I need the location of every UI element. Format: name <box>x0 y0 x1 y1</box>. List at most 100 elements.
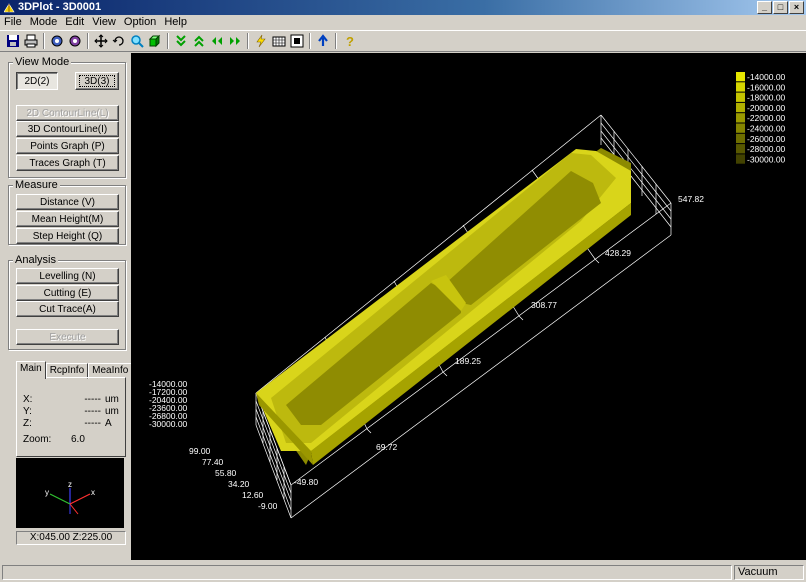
zoom-info-row: Zoom: 6.0 <box>23 434 119 446</box>
execute-button[interactable]: Execute <box>16 329 119 345</box>
x-label: X: <box>23 394 33 405</box>
view-2d-button[interactable]: 2D(2) <box>16 72 58 90</box>
analysis-label: Analysis <box>13 254 58 266</box>
close-button[interactable]: × <box>789 1 804 14</box>
y-tick-4: 12.60 <box>242 490 264 500</box>
move-left-icon[interactable] <box>208 33 225 50</box>
axis-y-line <box>49 493 71 505</box>
app-window: 3DPlot - 3D0001 _ □ × File Mode Edit Vie… <box>0 0 806 582</box>
legend-swatch-8 <box>736 154 745 164</box>
legend-swatch-1 <box>736 82 745 92</box>
legend-swatch-7 <box>736 144 745 154</box>
distance-button[interactable]: Distance (V) <box>16 194 119 210</box>
window-title: 3DPlot - 3D0001 <box>18 1 102 13</box>
x-value: ----- <box>84 394 101 405</box>
z-info-row: Z: ----- A <box>23 418 119 430</box>
app-icon <box>3 2 15 13</box>
legend-swatch-2 <box>736 92 745 102</box>
minimize-button[interactable]: _ <box>757 1 772 14</box>
contour-3d-button[interactable]: 3D ContourLine(I) <box>16 121 119 137</box>
settings-icon[interactable] <box>48 33 65 50</box>
legend-label-7: -28000.00 <box>747 144 786 154</box>
menu-file[interactable]: File <box>0 15 26 30</box>
legend-label-0: -14000.00 <box>747 72 786 82</box>
z-unit: A <box>105 418 112 429</box>
frame-icon[interactable] <box>288 33 305 50</box>
legend-swatch-3 <box>736 102 745 113</box>
menu-mode[interactable]: Mode <box>26 15 62 30</box>
status-bar: Vacuum <box>0 562 806 582</box>
x-info-row: X: ----- um <box>23 394 119 406</box>
grid-icon[interactable] <box>270 33 287 50</box>
axis-x-line <box>69 493 91 505</box>
view-mode-label: View Mode <box>13 56 72 68</box>
y-tick-5: -9.00 <box>258 501 278 511</box>
reset-icon[interactable] <box>314 33 331 50</box>
y-value: ----- <box>84 406 101 417</box>
legend-swatch-6 <box>736 133 745 144</box>
plot-svg: -14000.00 -17200.00 -20400.00 -23600.00 … <box>149 72 786 519</box>
help-icon[interactable]: ? <box>340 33 357 50</box>
legend-label-1: -16000.00 <box>747 82 786 92</box>
x-unit: um <box>105 394 119 405</box>
levelling-button[interactable]: Levelling (N) <box>16 268 119 284</box>
y-tick-1: 77.40 <box>202 457 224 467</box>
move-down-icon[interactable] <box>172 33 189 50</box>
legend-label-2: -18000.00 <box>747 93 786 103</box>
view-3d-button[interactable]: 3D(3) <box>75 72 119 90</box>
box-view-icon[interactable] <box>146 33 163 50</box>
y-tick-6: -49.80 <box>294 477 318 487</box>
cut-trace-button[interactable]: Cut Trace(A) <box>16 301 119 317</box>
z-value: ----- <box>84 418 101 429</box>
move-up-icon[interactable] <box>190 33 207 50</box>
tab-main[interactable]: Main <box>16 361 46 379</box>
view-angle-readout: X:045.00 Z:225.00 <box>16 531 126 545</box>
svg-text:?: ? <box>346 34 354 48</box>
y-info-row: Y: ----- um <box>23 406 119 418</box>
y-tick-0: 99.00 <box>189 446 211 456</box>
z-label: Z: <box>23 418 32 429</box>
settings-alt-icon[interactable] <box>66 33 83 50</box>
axis-z-label: z <box>68 480 72 489</box>
menu-edit[interactable]: Edit <box>61 15 88 30</box>
legend-swatch-0 <box>736 72 745 82</box>
legend-label-6: -26000.00 <box>747 134 786 144</box>
plot-3d-area[interactable]: -14000.00 -17200.00 -20400.00 -23600.00 … <box>131 53 806 560</box>
cutting-button[interactable]: Cutting (E) <box>16 285 119 301</box>
y-label: Y: <box>23 406 32 417</box>
lightning-icon[interactable] <box>252 33 269 50</box>
menu-help[interactable]: Help <box>160 15 191 30</box>
menu-option[interactable]: Option <box>120 15 160 30</box>
rotate-icon[interactable] <box>110 33 127 50</box>
color-legend: -14000.00-16000.00-18000.00-20000.00-220… <box>736 72 786 164</box>
measure-group: Measure Distance (V) Mean Height(M) Step… <box>8 179 126 245</box>
move-right-icon[interactable] <box>226 33 243 50</box>
analysis-group: Analysis Levelling (N) Cutting (E) Cut T… <box>8 254 126 350</box>
contour-2d-button[interactable]: 2D ContourLine(L) <box>16 105 119 121</box>
view-mode-group: View Mode 2D(2) 3D(3) 2D ContourLine(L) … <box>8 56 126 178</box>
toolbar: ? <box>0 30 806 52</box>
z-tick-5: -30000.00 <box>149 419 188 429</box>
legend-label-8: -30000.00 <box>747 154 786 164</box>
zoom-label: Zoom: <box>23 434 52 445</box>
maximize-button[interactable]: □ <box>773 1 788 14</box>
status-vacuum: Vacuum <box>734 564 804 580</box>
step-height-button[interactable]: Step Height (Q) <box>16 228 119 244</box>
mean-height-button[interactable]: Mean Height(M) <box>16 211 119 227</box>
print-icon[interactable] <box>22 33 39 50</box>
points-graph-button[interactable]: Points Graph (P) <box>16 138 119 154</box>
save-icon[interactable] <box>4 33 21 50</box>
x-tick-3: 428.29 <box>605 248 631 258</box>
traces-graph-button[interactable]: Traces Graph (T) <box>16 155 119 171</box>
legend-label-5: -24000.00 <box>747 124 786 134</box>
legend-swatch-5 <box>736 123 745 133</box>
zoom-icon[interactable] <box>128 33 145 50</box>
y-tick-3: 34.20 <box>228 479 250 489</box>
legend-label-3: -20000.00 <box>747 103 786 113</box>
main-tab-pane: X: ----- um Y: ----- um Z: ----- A Zoom:… <box>16 377 126 457</box>
menu-view[interactable]: View <box>88 15 120 30</box>
legend-swatch-4 <box>736 113 745 123</box>
menu-bar: File Mode Edit View Option Help <box>0 15 806 30</box>
x-tick-4: 547.82 <box>678 194 704 204</box>
pan-icon[interactable] <box>92 33 109 50</box>
